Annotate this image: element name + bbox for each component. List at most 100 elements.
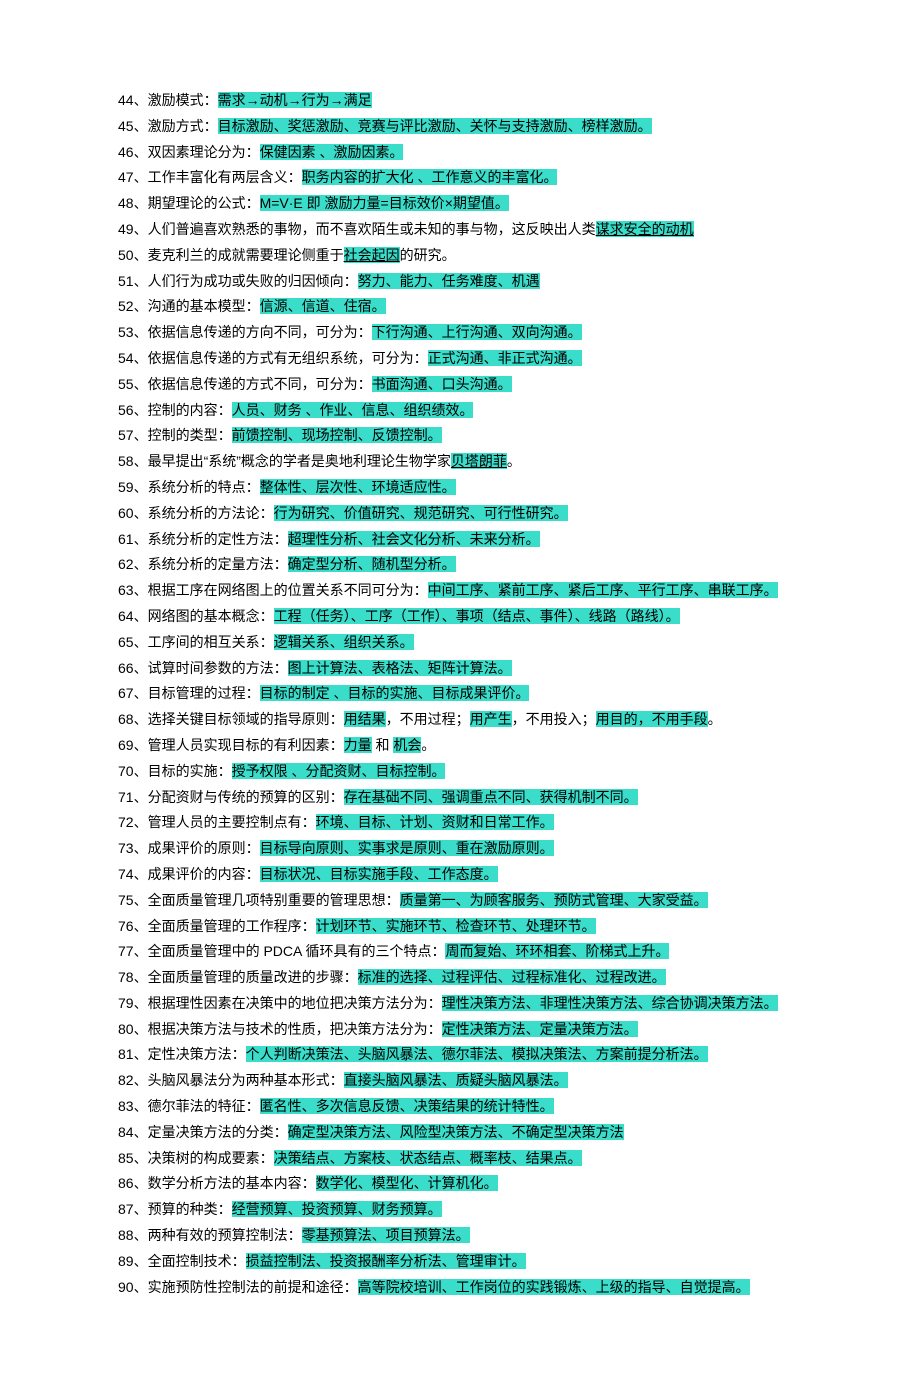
item-number: 84、 xyxy=(118,1124,148,1140)
highlighted-text: 图上计算法、表格法、矩阵计算法。 xyxy=(288,660,512,676)
list-item: 75、全面质量管理几项特别重要的管理思想：质量第一、为顾客服务、预防式管理、大家… xyxy=(118,888,802,914)
list-item: 47、工作丰富化有两层含义：职务内容的扩大化 、工作意义的丰富化。 xyxy=(118,165,802,191)
plain-text: 控制的内容： xyxy=(148,402,232,418)
list-item: 64、网络图的基本概念：工程（任务）、工序（工作）、事项（结点、事件）、线路（路… xyxy=(118,604,802,630)
item-number: 44、 xyxy=(118,92,148,108)
highlighted-text: 匿名性、多次信息反馈、决策结果的统计特性。 xyxy=(260,1098,554,1114)
plain-text: 试算时间参数的方法： xyxy=(148,660,288,676)
item-number: 83、 xyxy=(118,1098,148,1114)
item-number: 86、 xyxy=(118,1175,148,1191)
list-item: 50、麦克利兰的成就需要理论侧重于社会起因的研究。 xyxy=(118,243,802,269)
plain-text: 成果评价的原则： xyxy=(148,840,260,856)
item-number: 64、 xyxy=(118,608,148,624)
list-item: 79、根据理性因素在决策中的地位把决策方法分为：理性决策方法、非理性决策方法、综… xyxy=(118,991,802,1017)
highlighted-text: 定性决策方法、定量决策方法。 xyxy=(442,1021,638,1037)
highlighted-text: 经营预算、投资预算、财务预算。 xyxy=(232,1201,442,1217)
list-item: 53、依据信息传递的方向不同，可分为：下行沟通、上行沟通、双向沟通。 xyxy=(118,320,802,346)
plain-text: 决策树的构成要素： xyxy=(148,1150,274,1166)
highlighted-text: 环境、目标、计划、资财和日常工作。 xyxy=(316,814,554,830)
item-number: 67、 xyxy=(118,685,148,701)
plain-text: 沟通的基本模型： xyxy=(148,298,260,314)
item-number: 90、 xyxy=(118,1279,148,1295)
list-item: 54、依据信息传递的方式有无组织系统，可分为：正式沟通、非正式沟通。 xyxy=(118,346,802,372)
item-number: 79、 xyxy=(118,995,148,1011)
plain-text: 依据信息传递的方式有无组织系统，可分为： xyxy=(148,350,428,366)
item-number: 52、 xyxy=(118,298,148,314)
item-number: 65、 xyxy=(118,634,148,650)
list-item: 65、工序间的相互关系：逻辑关系、组织关系。 xyxy=(118,630,802,656)
plain-text: 头脑风暴法分为两种基本形式： xyxy=(148,1072,344,1088)
highlighted-text: 超理性分析、社会文化分析、未来分析。 xyxy=(288,531,540,547)
plain-text: 激励方式： xyxy=(148,118,218,134)
highlighted-text: 目标状况、目标实施手段、工作态度。 xyxy=(260,866,498,882)
plain-text: 管理人员实现目标的有利因素： xyxy=(148,737,344,753)
list-item: 88、两种有效的预算控制法：零基预算法、项目预算法。 xyxy=(118,1223,802,1249)
item-number: 62、 xyxy=(118,556,148,572)
highlighted-text: 人员、财务 、作业、信息、组织绩效。 xyxy=(232,402,474,418)
highlighted-text: 计划环节、实施环节、检查环节、处理环节。 xyxy=(316,918,596,934)
highlighted-text: 保健因素 、激励因素。 xyxy=(260,144,404,160)
list-item: 77、全面质量管理中的 PDCA 循环具有的三个特点：周而复始、环环相套、阶梯式… xyxy=(118,939,802,965)
highlighted-text: 质量第一、为顾客服务、预防式管理、大家受益。 xyxy=(400,892,708,908)
highlighted-text: 理性决策方法、非理性决策方法、综合协调决策方法。 xyxy=(442,995,778,1011)
highlighted-text: 行为研究、价值研究、规范研究、可行性研究。 xyxy=(274,505,568,521)
list-item: 57、控制的类型：前馈控制、现场控制、反馈控制。 xyxy=(118,423,802,449)
plain-text: 最早提出“系统”概念的学者是奥地利理论生物学家 xyxy=(148,453,451,469)
plain-text: 定量决策方法的分类： xyxy=(148,1124,288,1140)
highlighted-text: 工程（任务）、工序（工作）、事项（结点、事件）、线路（路线）。 xyxy=(274,608,680,624)
highlighted-text: 目标的制定 、目标的实施、目标成果评价。 xyxy=(260,685,530,701)
highlighted-text: 目标激励、奖惩激励、竞赛与评比激励、关怀与支持激励、榜样激励。 xyxy=(218,118,652,134)
plain-text: 依据信息传递的方式不同，可分为： xyxy=(148,376,372,392)
plain-text: ，不用过程； xyxy=(386,711,470,727)
plain-text: 预算的种类： xyxy=(148,1201,232,1217)
item-number: 51、 xyxy=(118,273,148,289)
item-number: 56、 xyxy=(118,402,148,418)
highlighted-text: 直接头脑风暴法、质疑头脑风暴法。 xyxy=(344,1072,568,1088)
highlighted-underlined-text: 社会起因 xyxy=(344,247,400,263)
item-number: 58、 xyxy=(118,453,148,469)
item-number: 60、 xyxy=(118,505,148,521)
plain-text: 和 xyxy=(372,737,394,753)
list-item: 61、系统分析的定性方法：超理性分析、社会文化分析、未来分析。 xyxy=(118,527,802,553)
plain-text: 定性决策方法： xyxy=(148,1046,246,1062)
list-item: 70、目标的实施：授予权限 、分配资财、目标控制。 xyxy=(118,759,802,785)
highlighted-underlined-text: 谋求安全的动机 xyxy=(596,221,694,237)
highlighted-text: 个人判断决策法、头脑风暴法、德尔菲法、模拟决策法、方案前提分析法。 xyxy=(246,1046,708,1062)
plain-text: 系统分析的定性方法： xyxy=(148,531,288,547)
plain-text: 全面质量管理的工作程序： xyxy=(148,918,316,934)
highlighted-text: 下行沟通、上行沟通、双向沟通。 xyxy=(372,324,582,340)
list-item: 83、德尔菲法的特征：匿名性、多次信息反馈、决策结果的统计特性。 xyxy=(118,1094,802,1120)
plain-text: 双因素理论分为： xyxy=(148,144,260,160)
highlighted-text: 确定型分析、随机型分析。 xyxy=(288,556,456,572)
highlighted-text: 机会 xyxy=(393,737,421,753)
list-item: 89、全面控制技术：损益控制法、投资报酬率分析法、管理审计。 xyxy=(118,1249,802,1275)
plain-text: 分配资财与传统的预算的区别： xyxy=(148,789,344,805)
plain-text: 的研究。 xyxy=(400,247,456,263)
item-number: 75、 xyxy=(118,892,148,908)
highlighted-text: 存在基础不同、强调重点不同、获得机制不同。 xyxy=(344,789,638,805)
list-item: 86、数学分析方法的基本内容：数学化、模型化、计算机化。 xyxy=(118,1171,802,1197)
plain-text: ，不用投入； xyxy=(512,711,596,727)
item-number: 85、 xyxy=(118,1150,148,1166)
item-number: 72、 xyxy=(118,814,148,830)
list-item: 55、依据信息传递的方式不同，可分为：书面沟通、口头沟通。 xyxy=(118,372,802,398)
item-number: 66、 xyxy=(118,660,148,676)
plain-text: 网络图的基本概念： xyxy=(148,608,274,624)
plain-text: 根据工序在网络图上的位置关系不同可分为： xyxy=(148,582,428,598)
list-item: 51、人们行为成功或失败的归因倾向：努力、能力、任务难度、机遇 xyxy=(118,269,802,295)
list-item: 76、全面质量管理的工作程序：计划环节、实施环节、检查环节、处理环节。 xyxy=(118,914,802,940)
item-number: 48、 xyxy=(118,195,148,211)
item-number: 71、 xyxy=(118,789,148,805)
item-number: 73、 xyxy=(118,840,148,856)
item-number: 81、 xyxy=(118,1046,148,1062)
list-item: 72、管理人员的主要控制点有：环境、目标、计划、资财和日常工作。 xyxy=(118,810,802,836)
item-number: 47、 xyxy=(118,169,148,185)
plain-text: 工序间的相互关系： xyxy=(148,634,274,650)
highlighted-text: 正式沟通、非正式沟通。 xyxy=(428,350,582,366)
plain-text: 根据决策方法与技术的性质，把决策方法分为： xyxy=(148,1021,442,1037)
list-item: 58、最早提出“系统”概念的学者是奥地利理论生物学家贝塔朗菲。 xyxy=(118,449,802,475)
list-item: 67、目标管理的过程：目标的制定 、目标的实施、目标成果评价。 xyxy=(118,681,802,707)
item-number: 53、 xyxy=(118,324,148,340)
highlighted-text: 信源、信道、住宿。 xyxy=(260,298,386,314)
list-item: 85、决策树的构成要素：决策结点、方案枝、状态结点、概率枝、结果点。 xyxy=(118,1146,802,1172)
